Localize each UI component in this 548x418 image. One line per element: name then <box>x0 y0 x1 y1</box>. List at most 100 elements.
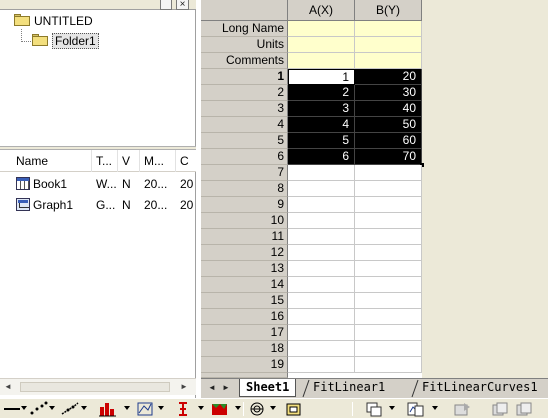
layer-icon[interactable] <box>364 401 384 417</box>
row-label-long-name[interactable]: Long Name <box>201 21 288 37</box>
row-label[interactable]: 17 <box>201 325 288 341</box>
data-cell-a[interactable]: 2 <box>288 85 355 101</box>
empty-cell[interactable] <box>288 357 355 373</box>
cell-b-long-name[interactable] <box>355 21 422 37</box>
row-label[interactable]: 16 <box>201 309 288 325</box>
list-item-graph1[interactable]: Graph1 G... N 20... 20 <box>0 195 196 215</box>
empty-cell[interactable] <box>288 245 355 261</box>
polar-dropdown-icon[interactable] <box>270 406 276 410</box>
line-dropdown-icon[interactable] <box>81 406 87 410</box>
column-header-name[interactable]: Name <box>12 150 92 172</box>
error-bar-icon[interactable] <box>174 401 194 417</box>
row-label[interactable]: 19 <box>201 357 288 373</box>
tab-scroll-left-icon[interactable]: ◄ <box>205 381 219 395</box>
empty-cell[interactable] <box>355 165 422 181</box>
pin-button[interactable] <box>160 0 172 10</box>
column-dropdown-icon[interactable] <box>124 406 130 410</box>
worksheet-corner[interactable] <box>201 0 288 21</box>
scatter-plot-icon[interactable] <box>28 401 48 417</box>
empty-cell[interactable] <box>288 325 355 341</box>
empty-cell[interactable] <box>355 197 422 213</box>
empty-cell[interactable] <box>288 277 355 293</box>
empty-cell[interactable] <box>288 261 355 277</box>
empty-cell[interactable] <box>288 181 355 197</box>
data-cell-a[interactable]: 6 <box>288 149 355 165</box>
tab-fitlinearcurves1[interactable]: FitLinearCurves1 <box>416 379 544 397</box>
cell-a-comments[interactable] <box>288 53 355 69</box>
data-cell-a[interactable]: 3 <box>288 101 355 117</box>
merge-dropdown-icon[interactable] <box>432 406 438 410</box>
page-options-icon[interactable] <box>514 401 534 417</box>
column-header-modified[interactable]: M... <box>140 150 176 172</box>
data-cell-b[interactable]: 20 <box>355 69 422 85</box>
cell-b-units[interactable] <box>355 37 422 53</box>
row-label[interactable]: 7 <box>201 165 288 181</box>
tab-fitlinear1[interactable]: FitLinear1 <box>307 379 391 397</box>
data-cell-b[interactable]: 40 <box>355 101 422 117</box>
empty-cell[interactable] <box>355 309 422 325</box>
row-label[interactable]: 2 <box>201 85 288 101</box>
column-header-type[interactable]: T... <box>92 150 118 172</box>
line-style-icon[interactable] <box>2 401 22 417</box>
row-label[interactable]: 3 <box>201 101 288 117</box>
row-label[interactable]: 1 <box>201 69 288 85</box>
explorer-horizontal-scrollbar[interactable]: ◄ ► <box>0 378 196 395</box>
row-label[interactable]: 8 <box>201 181 288 197</box>
row-label[interactable]: 9 <box>201 197 288 213</box>
close-explorer-button[interactable]: × <box>176 0 189 10</box>
empty-cell[interactable] <box>355 357 422 373</box>
row-label[interactable]: 10 <box>201 213 288 229</box>
data-cell-b[interactable]: 70 <box>355 149 422 165</box>
scroll-right-arrow-icon[interactable]: ► <box>176 379 192 395</box>
tree-node-untitled[interactable]: UNTITLED <box>14 13 93 30</box>
template-icon[interactable] <box>284 401 304 417</box>
cell-b-comments[interactable] <box>355 53 422 69</box>
tree-node-folder1[interactable]: Folder1 <box>32 33 99 50</box>
polar-icon[interactable] <box>247 401 267 417</box>
row-label[interactable]: 14 <box>201 277 288 293</box>
empty-cell[interactable] <box>288 197 355 213</box>
empty-cell[interactable] <box>288 309 355 325</box>
row-label-comments[interactable]: Comments <box>201 53 288 69</box>
data-cell-b[interactable]: 50 <box>355 117 422 133</box>
empty-cell[interactable] <box>355 213 422 229</box>
tab-scroll-right-icon[interactable]: ► <box>219 381 233 395</box>
empty-cell[interactable] <box>288 213 355 229</box>
column-header-view[interactable]: V <box>118 150 140 172</box>
empty-cell[interactable] <box>355 245 422 261</box>
empty-cell[interactable] <box>288 229 355 245</box>
scatter-dropdown-icon[interactable] <box>49 406 55 410</box>
row-label[interactable]: 12 <box>201 245 288 261</box>
row-label[interactable]: 18 <box>201 341 288 357</box>
empty-cell[interactable] <box>355 229 422 245</box>
empty-cell[interactable] <box>355 181 422 197</box>
row-label[interactable]: 6 <box>201 149 288 165</box>
copy-page-icon[interactable] <box>490 401 510 417</box>
scroll-left-arrow-icon[interactable]: ◄ <box>0 379 16 395</box>
empty-cell[interactable] <box>288 165 355 181</box>
data-cell-a[interactable]: 4 <box>288 117 355 133</box>
column-header-created[interactable]: C <box>176 150 196 172</box>
cell-a-units[interactable] <box>288 37 355 53</box>
axis-plot-icon[interactable] <box>136 401 156 417</box>
empty-cell[interactable] <box>355 277 422 293</box>
layer-dropdown-icon[interactable] <box>389 406 395 410</box>
error-bar-dropdown-icon[interactable] <box>198 406 204 410</box>
column-plot-icon[interactable] <box>98 401 118 417</box>
row-label-units[interactable]: Units <box>201 37 288 53</box>
row-label[interactable]: 13 <box>201 261 288 277</box>
axis-dropdown-icon[interactable] <box>158 406 164 410</box>
list-item-book1[interactable]: Book1 W... N 20... 20 <box>0 174 196 194</box>
data-cell-b[interactable]: 30 <box>355 85 422 101</box>
row-label[interactable]: 5 <box>201 133 288 149</box>
empty-cell[interactable] <box>355 325 422 341</box>
row-label[interactable]: 11 <box>201 229 288 245</box>
line-style-dropdown-icon[interactable] <box>21 406 27 410</box>
3d-surface-dropdown-icon[interactable] <box>235 406 241 410</box>
empty-cell[interactable] <box>355 341 422 357</box>
data-cell-b[interactable]: 60 <box>355 133 422 149</box>
3d-surface-icon[interactable] <box>210 401 230 417</box>
cell-a-long-name[interactable] <box>288 21 355 37</box>
export-icon[interactable] <box>452 401 472 417</box>
row-label[interactable]: 15 <box>201 293 288 309</box>
